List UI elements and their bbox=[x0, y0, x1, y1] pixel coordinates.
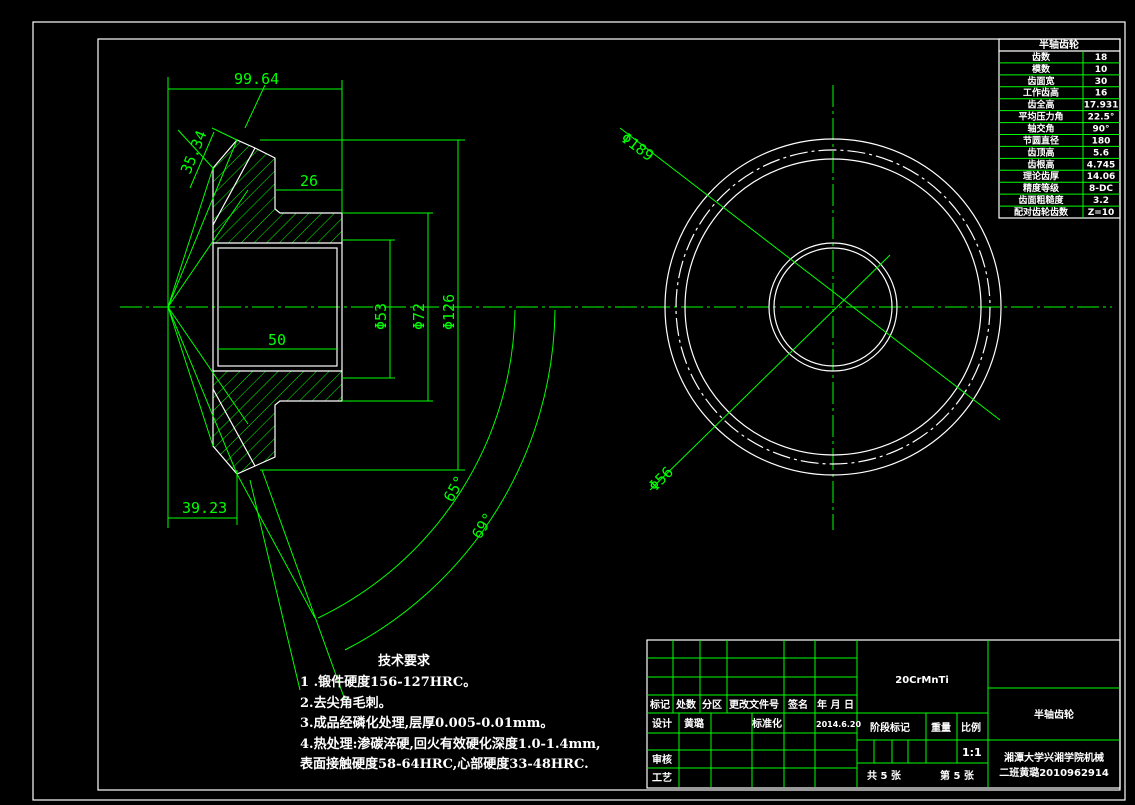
drawing-sheet: 99.64 35.34 26 50 Φ53 Φ72 Φ126 39.23 65°… bbox=[32, 21, 1126, 801]
review-label: 审核 bbox=[652, 753, 672, 766]
param-value: 3.2 bbox=[1093, 196, 1109, 206]
org-line-2: 二班黄璐2010962914 bbox=[999, 766, 1109, 779]
param-value: 30 bbox=[1095, 77, 1108, 87]
tech-line: 表面接触硬度58-64HRC,心部硬度33-48HRC. bbox=[299, 756, 589, 772]
param-value: 17.931 bbox=[1084, 101, 1119, 111]
stage-label: 阶段标记 bbox=[870, 721, 910, 734]
tech-line: 2.去尖角毛刺。 bbox=[300, 695, 392, 711]
header-sign: 签名 bbox=[787, 698, 808, 711]
dim-26: 26 bbox=[300, 172, 318, 190]
param-value: Z=10 bbox=[1088, 208, 1115, 218]
param-name: 配对齿轮齿数 bbox=[1014, 206, 1069, 218]
param-name: 精度等级 bbox=[1023, 182, 1060, 194]
header-zone: 分区 bbox=[702, 698, 722, 711]
param-name: 模数 bbox=[1032, 63, 1051, 75]
header-date: 年 月 日 bbox=[817, 698, 854, 711]
material: 20CrMnTi bbox=[895, 675, 949, 686]
design-label: 设计 bbox=[652, 717, 672, 730]
param-name: 平均压力角 bbox=[1018, 111, 1063, 123]
dim-d53: Φ53 bbox=[372, 303, 390, 330]
param-name: 齿全高 bbox=[1027, 99, 1054, 111]
arc-65 bbox=[317, 309, 516, 619]
date: 2014.6.20 bbox=[816, 720, 861, 729]
param-value: 8-DC bbox=[1089, 184, 1113, 194]
scale-label: 比例 bbox=[961, 721, 981, 734]
param-name: 齿数 bbox=[1032, 51, 1051, 63]
part-name: 半轴齿轮 bbox=[1034, 708, 1074, 721]
param-value: 180 bbox=[1092, 136, 1111, 146]
param-value: 18 bbox=[1095, 53, 1108, 63]
dim-d126: Φ126 bbox=[440, 294, 458, 330]
org-line-1: 湘潭大学兴湘学院机械 bbox=[1004, 751, 1104, 764]
hatch-lower bbox=[213, 371, 342, 474]
param-value: 10 bbox=[1095, 65, 1108, 75]
dim-99-64: 99.64 bbox=[234, 70, 279, 88]
param-value: 5.6 bbox=[1093, 148, 1109, 158]
param-name: 理论齿厚 bbox=[1023, 170, 1059, 182]
param-value: 22.5° bbox=[1088, 113, 1115, 123]
end-view: Φ189 Φ56 bbox=[618, 127, 1002, 495]
param-name: 工作齿高 bbox=[1023, 87, 1059, 99]
dim-69-deg: 69° bbox=[468, 510, 498, 543]
param-name: 节圆直径 bbox=[1023, 134, 1059, 146]
weight-label: 重量 bbox=[931, 721, 951, 734]
standard-label: 标准化 bbox=[751, 717, 782, 730]
dim-65-deg: 65° bbox=[440, 473, 469, 505]
header-count: 处数 bbox=[675, 698, 697, 711]
tech-title: 技术要求 bbox=[378, 653, 431, 669]
header-mark: 标记 bbox=[649, 698, 670, 711]
process-label: 工艺 bbox=[652, 771, 672, 784]
param-table-title: 半轴齿轮 bbox=[1039, 38, 1079, 51]
parameter-table: 半轴齿轮 齿数 18 模数 10 齿面宽 30 工作齿高 16 齿全高 17.931 平均压力角 22… bbox=[998, 38, 1121, 219]
param-name: 齿面宽 bbox=[1027, 75, 1054, 87]
param-name: 齿面粗糙度 bbox=[1018, 194, 1064, 206]
dim-50: 50 bbox=[268, 331, 286, 349]
dim-39-23: 39.23 bbox=[182, 499, 227, 517]
designer: 黄璐 bbox=[684, 717, 704, 730]
scale: 1:1 bbox=[962, 746, 982, 759]
dim-d72: Φ72 bbox=[410, 303, 428, 330]
param-value: 14.06 bbox=[1087, 172, 1115, 182]
dim-d189: Φ189 bbox=[618, 129, 658, 165]
tech-line: 4.热处理:渗碳淬硬,回火有效硬化深度1.0-1.4mm, bbox=[300, 736, 601, 752]
param-value: 90° bbox=[1092, 125, 1109, 135]
param-value: 4.745 bbox=[1087, 160, 1115, 170]
tech-line: 1 .锻件硬度156-127HRC。 bbox=[300, 674, 476, 690]
sheet-no: 第 5 张 bbox=[940, 769, 975, 782]
header-change-doc: 更改文件号 bbox=[729, 698, 779, 711]
tech-line: 3.成品经磷化处理,层厚0.005-0.01mm。 bbox=[300, 715, 553, 731]
title-block: 标记 处数 分区 更改文件号 签名 年 月 日 设计 黄璐 标准化 2014.6… bbox=[646, 639, 1121, 789]
section-view: 99.64 35.34 26 50 Φ53 Φ72 Φ126 39.23 65°… bbox=[167, 70, 556, 701]
hatch-upper bbox=[213, 140, 342, 243]
sheets-total: 共 5 张 bbox=[867, 769, 902, 782]
param-name: 齿顶高 bbox=[1027, 146, 1054, 158]
param-name: 齿根高 bbox=[1027, 158, 1054, 170]
param-name: 轴交角 bbox=[1027, 123, 1054, 135]
tech-requirements: 技术要求 1 .锻件硬度156-127HRC。 2.去尖角毛刺。 3.成品经磷化… bbox=[299, 653, 601, 772]
param-value: 16 bbox=[1095, 89, 1108, 99]
